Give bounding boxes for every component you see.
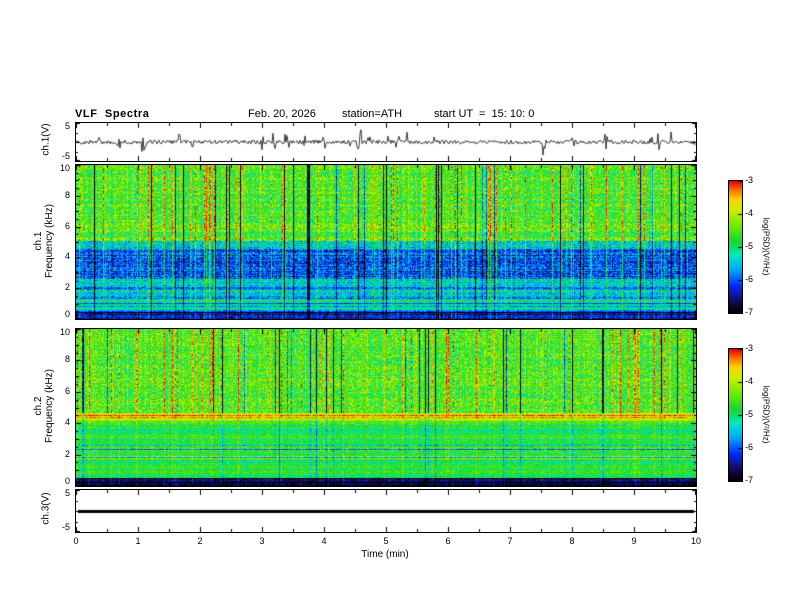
colorbar-ch1 [728,180,743,314]
x-tick-label: 8 [569,536,575,546]
ch2-axis-label-line1: ch.2 [33,396,44,416]
y-tick-label: 6 [64,386,70,396]
colorbar-tick-label: -3 [745,343,754,353]
y-tick-label: 4 [64,417,70,427]
ch1-waveform-plot [75,122,697,162]
colorbar-tick-label: -7 [745,307,754,317]
colorbar-tick-label: -6 [745,274,754,284]
y-tick-label: 8 [64,190,70,200]
x-tick-label: 3 [259,536,265,546]
x-tick-label: 0 [73,536,79,546]
colorbar-tick-label: -5 [745,409,754,419]
colorbar-ch2 [728,348,743,482]
x-tick-label: 2 [197,536,203,546]
y-tick-label: 5 [64,488,70,498]
y-tick-label: 10 [59,327,70,337]
figure-station: station=ATH [342,108,403,120]
y-tick-label: 10 [59,163,70,173]
y-tick-label: 4 [64,251,70,261]
x-tick-label: 9 [631,536,637,546]
figure-start-time: start UT = 15: 10: 0 [434,108,535,120]
ch1-axis-label-line2: Frequency (kHz) [44,204,55,278]
ch1-spectrogram-plot [75,164,697,320]
y-tick-label: 0 [64,476,70,486]
y-tick-label: 2 [64,449,70,459]
y-tick-label: -5 [61,522,70,532]
x-tick-label: 5 [383,536,389,546]
y-tick-label: 0 [64,309,70,319]
y-tick-label: 6 [64,221,70,231]
colorbar-tick-label: -4 [745,376,754,386]
ch3-waveform-plot [75,489,697,533]
ch1-frequency-axis-label: ch.1 Frequency (kHz) [33,189,55,293]
y-tick-label: 2 [64,282,70,292]
colorbar-tick-label: -6 [745,442,754,452]
colorbar-tick-label: -5 [745,241,754,251]
vlf-spectra-figure: VLF Spectra Feb. 20, 2026 station=ATH st… [0,0,792,612]
time-axis-label: Time (min) [361,549,409,560]
ch2-axis-label-line2: Frequency (kHz) [44,369,55,443]
figure-date: Feb. 20, 2026 [248,108,316,120]
y-tick-label: -5 [61,151,70,161]
y-tick-label: 5 [64,121,70,131]
y-tick-label: 8 [64,354,70,364]
x-tick-label: 10 [690,536,701,546]
figure-title: VLF Spectra [75,108,150,120]
ch2-spectrogram-plot [75,328,697,487]
colorbar-tick-label: -4 [745,208,754,218]
ch1-axis-label-line1: ch.1 [33,231,44,251]
x-tick-label: 7 [507,536,513,546]
colorbar-tick-label: -7 [745,475,754,485]
x-tick-label: 4 [321,536,327,546]
x-tick-label: 1 [135,536,141,546]
colorbar-tick-label: -3 [745,175,754,185]
ch2-frequency-axis-label: ch.2 Frequency (kHz) [33,354,55,458]
x-tick-label: 6 [445,536,451,546]
